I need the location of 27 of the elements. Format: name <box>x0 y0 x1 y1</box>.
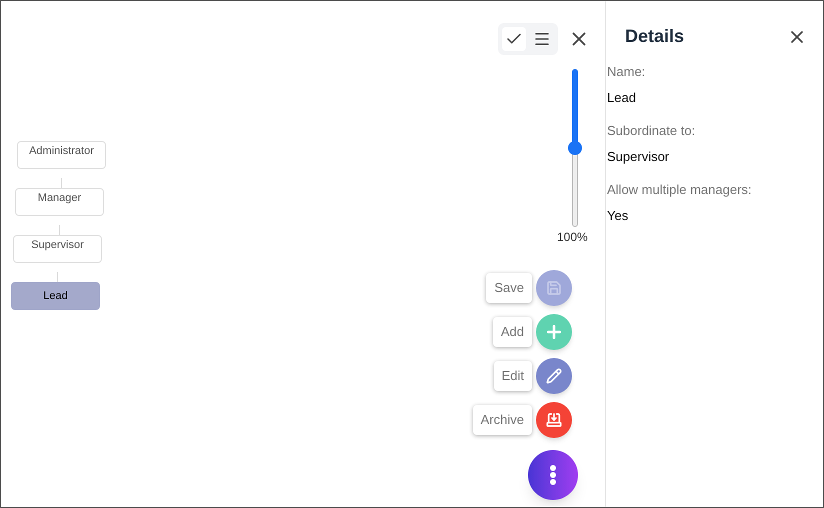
slider-thumb[interactable] <box>568 141 582 155</box>
node[interactable]: Supervisor <box>13 235 102 263</box>
field-value: Yes <box>607 206 630 224</box>
zoom-reading: 100% <box>557 229 588 246</box>
field-value: Supervisor <box>607 148 670 166</box>
archive-icon <box>546 412 562 428</box>
field-label: Allow multiple managers: <box>607 181 753 199</box>
action-button[interactable] <box>536 358 572 394</box>
menu-fab[interactable] <box>528 450 578 500</box>
toggle-button[interactable] <box>502 27 526 51</box>
zoom-slider[interactable] <box>569 69 581 227</box>
pencil-icon <box>546 368 562 384</box>
action-button[interactable] <box>536 402 572 438</box>
field-value: Lead <box>607 88 637 106</box>
action-label: Save <box>486 273 532 303</box>
plus-icon <box>544 322 564 342</box>
more-icon <box>550 465 556 485</box>
panel-title: Details <box>625 25 684 48</box>
node[interactable]: Manager <box>15 188 104 216</box>
action-label: Edit <box>494 361 532 391</box>
action-label: Archive <box>472 405 532 435</box>
menu-icon <box>533 30 551 48</box>
node[interactable]: Administrator <box>17 141 106 169</box>
action-label: Add <box>492 317 532 347</box>
field-label: Name: <box>607 63 646 81</box>
node[interactable]: Lead <box>11 282 100 310</box>
field-label: Subordinate to: <box>607 122 696 140</box>
